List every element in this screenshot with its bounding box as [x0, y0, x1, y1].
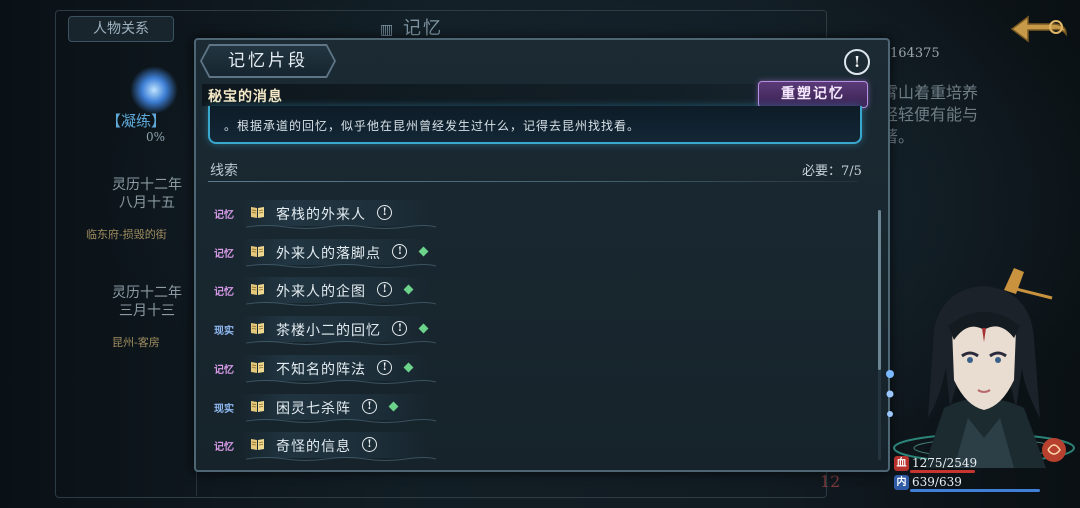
hp-value: 1275/2549 — [912, 456, 978, 470]
clue-info-icon[interactable]: ! — [392, 243, 408, 259]
clue-name: 客栈的外来人 — [276, 207, 366, 223]
memory-text-box: 。根据承道的回忆，似乎他在昆州曾经发生过什么，记得去昆州找找看。 — [208, 106, 862, 144]
hp-icon: 血 — [894, 456, 909, 471]
clue-name: 奇怪的信息 — [276, 439, 351, 456]
clue-type-tag: 记忆 — [214, 210, 234, 221]
secret-title: 秘宝的消息 — [208, 89, 283, 105]
clue-item[interactable]: 记忆 外来人的企图! — [210, 277, 470, 307]
clue-item[interactable]: 记忆 客栈的外来人! — [210, 200, 470, 229]
scrollbar[interactable] — [878, 210, 881, 460]
panel-header: 记忆片段 ! — [196, 40, 888, 82]
skill-label: 【凝练】 — [106, 112, 167, 130]
skill-orb-icon — [130, 66, 178, 114]
background-title-text: 记忆 — [402, 18, 443, 39]
clue-name: 外来人的企图 — [276, 284, 366, 301]
memory-text-line: 。根据承道的回忆，似乎他在昆州曾经发生过什么，记得去昆州找找看。 — [224, 119, 641, 133]
entry-place: 临东府-损毁的街 — [86, 228, 167, 241]
clue-name: 茶楼小二的回忆 — [276, 323, 381, 340]
mp-icon: 内 — [894, 475, 909, 490]
scrollbar-thumb[interactable] — [878, 210, 881, 370]
clue-type-tag: 记忆 — [214, 287, 234, 299]
entry-place: 昆州-客房 — [112, 336, 160, 349]
book-icon — [251, 361, 264, 373]
info-button[interactable]: ! — [844, 49, 870, 75]
clue-divider-wave — [246, 379, 436, 384]
clue-name: 困灵七杀阵 — [276, 400, 351, 417]
book-icon — [251, 245, 264, 257]
background-description: 霄山着重培养 轻轻便有能与 著。 — [882, 83, 979, 146]
clue-divider-wave — [246, 418, 436, 423]
book-icon: ▥ — [380, 22, 396, 38]
mp-value: 639/639 — [912, 475, 962, 489]
clue-info-icon[interactable]: ! — [377, 359, 393, 375]
book-icon — [251, 207, 264, 218]
clue-info-icon[interactable]: ! — [362, 398, 377, 414]
clue-name: 外来人的落脚点 — [276, 245, 381, 262]
clue-divider-wave — [246, 225, 436, 229]
entry-date-line1: 灵历十二年 — [112, 177, 182, 193]
clue-item[interactable]: 现实 茶楼小二的回忆! — [210, 316, 470, 346]
clue-divider-wave — [246, 263, 436, 268]
mp-bar — [910, 489, 1040, 492]
entry-date[interactable]: 灵历十二年 三月十三 — [104, 284, 190, 320]
background-title: ▥ 记忆 — [380, 14, 443, 40]
entry-date-line2: 三月十三 — [119, 303, 175, 319]
section-divider — [208, 181, 858, 182]
hp-bar — [910, 470, 975, 473]
book-icon — [251, 323, 264, 335]
entry-date-line2: 八月十五 — [119, 195, 175, 211]
clue-divider-wave — [246, 457, 436, 462]
clue-type-tag: 现实 — [214, 326, 234, 338]
clue-type-tag: 现实 — [214, 403, 234, 415]
clue-name: 不知名的阵法 — [276, 361, 366, 378]
rebuild-memory-button[interactable]: 重塑记忆 — [758, 81, 868, 108]
clue-type-tag: 记忆 — [214, 248, 234, 260]
book-icon — [251, 400, 264, 412]
clue-item[interactable]: 记忆 不知名的阵法! — [210, 354, 470, 384]
clue-type-tag: 记忆 — [214, 364, 234, 376]
memory-fragment-panel: 记忆片段 ! 秘宝的消息 重塑记忆 。根据承道的回忆，似乎他在昆州曾经发生过什么… — [194, 38, 890, 472]
entry-date[interactable]: 灵历十二年 八月十五 — [104, 176, 190, 212]
clue-divider-wave — [246, 302, 436, 307]
clue-divider-wave — [246, 341, 436, 346]
clue-item[interactable]: 现实 困灵七杀阵! — [210, 393, 470, 423]
clue-item[interactable]: 记忆 外来人的落脚点! — [210, 238, 470, 268]
character-portrait — [886, 268, 1075, 468]
skill-percent: 0% — [146, 130, 166, 144]
entry-date-line1: 灵历十二年 — [112, 285, 182, 301]
background-number: 164375 — [890, 46, 940, 61]
clue-item[interactable]: 记忆 奇怪的信息! — [210, 432, 470, 462]
required-count: 必要：7/5 — [802, 164, 862, 179]
back-arrow-icon[interactable] — [1010, 14, 1068, 44]
clue-type-tag: 记忆 — [214, 442, 234, 454]
book-icon — [251, 439, 264, 451]
book-icon — [251, 284, 264, 296]
background-bottom-number: 12 — [820, 472, 841, 491]
clue-section-label: 线索 — [210, 163, 238, 179]
tab-relationships[interactable]: 人物关系 — [68, 16, 174, 42]
panel-title: 记忆片段 — [202, 46, 334, 76]
